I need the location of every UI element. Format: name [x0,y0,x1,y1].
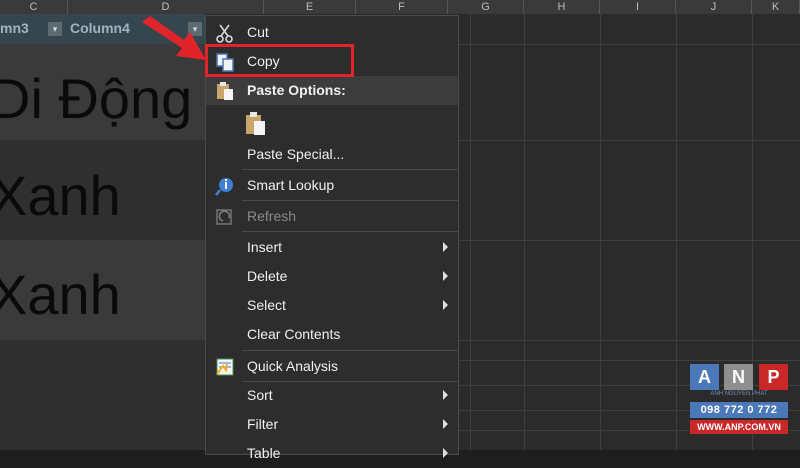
cell-text: Xanh [0,263,121,326]
menu-separator [242,231,458,232]
menu-item-select[interactable]: Select [206,291,458,320]
menu-item-paste-special[interactable]: Paste Special... [206,140,458,169]
menu-item-filter[interactable]: Filter [206,410,458,439]
submenu-arrow-icon [443,271,448,281]
menu-item-delete[interactable]: Delete [206,262,458,291]
menu-item-refresh: Refresh [206,202,458,231]
menu-label: Delete [247,268,288,284]
anp-logo: A N P ANH NGUYEN PHAT 098 772 0 772 WWW.… [690,364,788,434]
scissors-icon [216,24,233,43]
menu-label: Clear Contents [247,326,341,342]
submenu-arrow-icon [443,390,448,400]
paste-icon [246,112,265,135]
cell-text: Di Động [0,67,193,130]
submenu-arrow-icon [443,242,448,252]
menu-separator [242,169,458,170]
column-header-f[interactable]: F [356,0,448,14]
logo-letter-p: P [759,364,788,390]
column-header-h[interactable]: H [524,0,600,14]
cell-text: Xanh [0,164,121,227]
menu-item-insert[interactable]: Insert [206,233,458,262]
column-header-e[interactable]: E [264,0,356,14]
menu-label: Paste Special... [247,146,345,162]
menu-item-clear-contents[interactable]: Clear Contents [206,320,458,349]
menu-label: Cut [247,24,269,40]
submenu-arrow-icon [443,300,448,310]
clipboard-icon [217,82,233,100]
menu-label: Filter [247,416,279,432]
quick-analysis-icon [216,358,234,376]
column-header-d[interactable]: D [68,0,264,14]
menu-label: Select [247,297,286,313]
column-header-g[interactable]: G [448,0,524,14]
menu-label: Paste Options: [247,82,346,98]
copy-highlight-box [205,44,354,77]
refresh-icon [216,209,232,225]
menu-item-quick-analysis[interactable]: Quick Analysis [206,352,458,381]
menu-label: Refresh [247,208,297,224]
menu-separator [242,200,458,201]
filter-dropdown-icon[interactable]: ▾ [48,22,62,36]
logo-phone: 098 772 0 772 [690,402,788,418]
paste-options-header: Paste Options: [206,76,458,105]
column4-header[interactable]: Column4 [70,20,130,36]
logo-tagline: ANH NGUYEN PHAT [710,391,768,397]
menu-label: Insert [247,239,283,255]
column-header-j[interactable]: J [676,0,752,14]
menu-label: Table [247,445,281,461]
menu-label: Smart Lookup [247,177,335,193]
menu-label: Sort [247,387,273,403]
column3-header[interactable]: mn3 [0,20,29,36]
smart-lookup-icon [215,178,233,196]
menu-item-cut[interactable]: Cut [206,18,458,47]
menu-label: Quick Analysis [247,358,339,374]
pointer-arrow-icon [142,16,206,60]
column-header-i[interactable]: I [600,0,676,14]
submenu-arrow-icon [443,419,448,429]
column-header-c[interactable]: C [0,0,68,14]
menu-item-table[interactable]: Table [206,439,458,468]
logo-website: WWW.ANP.COM.VN [690,420,788,434]
column-header-k[interactable]: K [752,0,800,14]
menu-item-sort[interactable]: Sort [206,381,458,410]
context-menu: Cut Copy Paste Options: Paste Special... [205,15,459,461]
logo-letter-n: N [724,364,753,390]
table-row[interactable]: Xanh [0,240,205,340]
logo-letter-a: A [690,364,719,390]
menu-item-smart-lookup[interactable]: Smart Lookup [206,171,458,200]
table-row[interactable]: Xanh [0,141,205,239]
menu-separator [242,350,458,351]
